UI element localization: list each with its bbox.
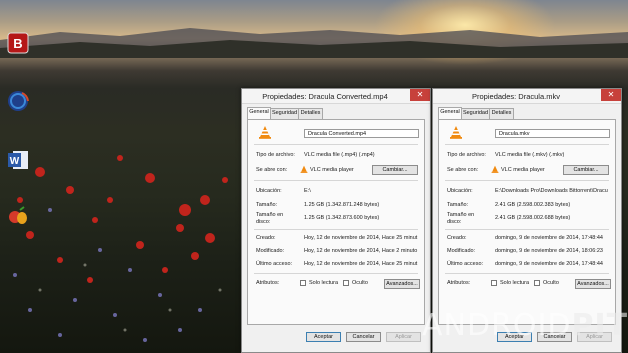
size-on-disk-value: 1.25 GB (1.342.873.600 bytes) xyxy=(304,215,380,221)
hidden-label: Oculto xyxy=(352,280,368,286)
window-title: Propiedades: Dracula Converted.mp4 xyxy=(262,92,388,101)
bitdefender-icon[interactable]: B xyxy=(6,31,30,55)
opens-with-label: Se abre con: xyxy=(256,167,288,173)
location-label: Ubicación: xyxy=(447,188,473,194)
title-bar[interactable]: Propiedades: Dracula.mkv ✕ xyxy=(433,89,621,104)
filename-field[interactable]: Dracula.mkv xyxy=(495,129,610,138)
mountain-silhouette xyxy=(0,28,628,58)
type-label: Tipo de archivo: xyxy=(447,152,486,158)
size-label: Tamaño: xyxy=(256,202,278,208)
created-label: Creado: xyxy=(256,235,276,241)
watermark-part2: PIT xyxy=(571,308,628,343)
modified-label: Modificado: xyxy=(447,248,476,254)
tab-security[interactable]: Seguridad xyxy=(461,108,490,119)
hidden-label: Oculto xyxy=(543,280,559,286)
filename-field[interactable]: Dracula Converted.mp4 xyxy=(304,129,419,138)
accessed-value: Hoy, 12 de noviembre de 2014, Hace 25 mi… xyxy=(304,261,418,267)
attributes-label: Atributos: xyxy=(447,280,471,286)
readonly-checkbox[interactable] xyxy=(300,280,306,286)
close-button[interactable]: ✕ xyxy=(601,89,621,101)
general-panel: Dracula.mkv Tipo de archivo: VLC media f… xyxy=(438,119,616,325)
separator xyxy=(445,144,609,145)
size-on-disk-value: 2.41 GB (2.598.002.688 bytes) xyxy=(495,215,571,221)
apply-button[interactable]: Aplicar xyxy=(386,332,421,342)
close-button[interactable]: ✕ xyxy=(410,89,430,101)
accessed-label: Último acceso: xyxy=(256,261,293,267)
general-panel: Dracula Converted.mp4 Tipo de archivo: V… xyxy=(247,119,425,325)
attributes-label: Atributos: xyxy=(256,280,280,286)
window-title: Propiedades: Dracula.mkv xyxy=(472,92,560,101)
ok-button[interactable]: Aceptar xyxy=(306,332,341,342)
readonly-label: Solo lectura xyxy=(309,280,339,286)
size-value: 2.41 GB (2.598.002.383 bytes) xyxy=(495,202,571,208)
location-value: E:\ xyxy=(304,188,311,194)
vlc-small-icon xyxy=(300,165,308,173)
separator xyxy=(254,144,418,145)
size-label: Tamaño: xyxy=(447,202,469,208)
size-on-disk-label-line1: Tamaño en xyxy=(447,212,475,218)
change-button[interactable]: Cambiar... xyxy=(372,165,418,175)
vlc-cone-icon xyxy=(450,126,462,139)
tab-general[interactable]: General xyxy=(247,107,271,119)
androidpit-watermark: ANDROIDPIT xyxy=(422,308,628,343)
watermark-part1: ANDROID xyxy=(422,308,572,343)
modified-label: Modificado: xyxy=(256,248,285,254)
hidden-checkbox[interactable] xyxy=(534,280,540,286)
separator xyxy=(445,229,609,230)
opens-with-value: VLC media player xyxy=(501,167,545,173)
readonly-label: Solo lectura xyxy=(500,280,530,286)
accessed-value: domingo, 9 de noviembre de 2014, 17:48:4… xyxy=(495,261,603,267)
modified-value: Hoy, 12 de noviembre de 2014, Hace 2 min… xyxy=(304,248,418,254)
advanced-button[interactable]: Avanzados... xyxy=(575,279,611,289)
type-value: VLC media file (.mkv) (.mkv) xyxy=(495,152,565,158)
hidden-checkbox[interactable] xyxy=(343,280,349,286)
word-icon[interactable]: W xyxy=(6,148,30,172)
opens-with-value: VLC media player xyxy=(310,167,354,173)
location-label: Ubicación: xyxy=(256,188,282,194)
type-value: VLC media file (.mp4) (.mp4) xyxy=(304,152,375,158)
vlc-small-icon xyxy=(491,165,499,173)
change-button[interactable]: Cambiar... xyxy=(563,165,609,175)
location-value: E:\Downloads Pro\Downloads Bittorrent\Dr… xyxy=(495,188,608,194)
size-value: 1.25 GB (1.342.871.248 bytes) xyxy=(304,202,380,208)
tab-details[interactable]: Detalles xyxy=(298,108,323,119)
created-value: domingo, 9 de noviembre de 2014, 17:48:4… xyxy=(495,235,603,241)
title-bar[interactable]: Propiedades: Dracula Converted.mp4 ✕ xyxy=(242,89,430,104)
size-on-disk-label-line2: disco: xyxy=(256,219,271,225)
separator xyxy=(254,180,418,181)
type-label: Tipo de archivo: xyxy=(256,152,295,158)
vlc-cone-icon xyxy=(259,126,271,139)
tab-security[interactable]: Seguridad xyxy=(270,108,299,119)
globe-icon[interactable] xyxy=(6,89,30,113)
tab-general[interactable]: General xyxy=(438,107,462,119)
fruit-app-icon[interactable] xyxy=(6,204,30,228)
cancel-button[interactable]: Cancelar xyxy=(346,332,381,342)
modified-value: domingo, 9 de noviembre de 2014, 18:06:2… xyxy=(495,248,603,254)
advanced-button[interactable]: Avanzados... xyxy=(384,279,420,289)
separator xyxy=(254,229,418,230)
separator xyxy=(445,180,609,181)
created-label: Creado: xyxy=(447,235,467,241)
size-on-disk-label-line2: disco: xyxy=(447,219,462,225)
svg-text:B: B xyxy=(13,36,22,51)
accessed-label: Último acceso: xyxy=(447,261,484,267)
separator xyxy=(445,273,609,274)
svg-text:W: W xyxy=(10,156,20,167)
size-on-disk-label-line1: Tamaño en xyxy=(256,212,284,218)
tab-details[interactable]: Detalles xyxy=(489,108,514,119)
opens-with-label: Se abre con: xyxy=(447,167,479,173)
readonly-checkbox[interactable] xyxy=(491,280,497,286)
properties-window-mp4: Propiedades: Dracula Converted.mp4 ✕ Gen… xyxy=(241,88,431,353)
created-value: Hoy, 12 de noviembre de 2014, Hace 25 mi… xyxy=(304,235,418,241)
separator xyxy=(254,273,418,274)
